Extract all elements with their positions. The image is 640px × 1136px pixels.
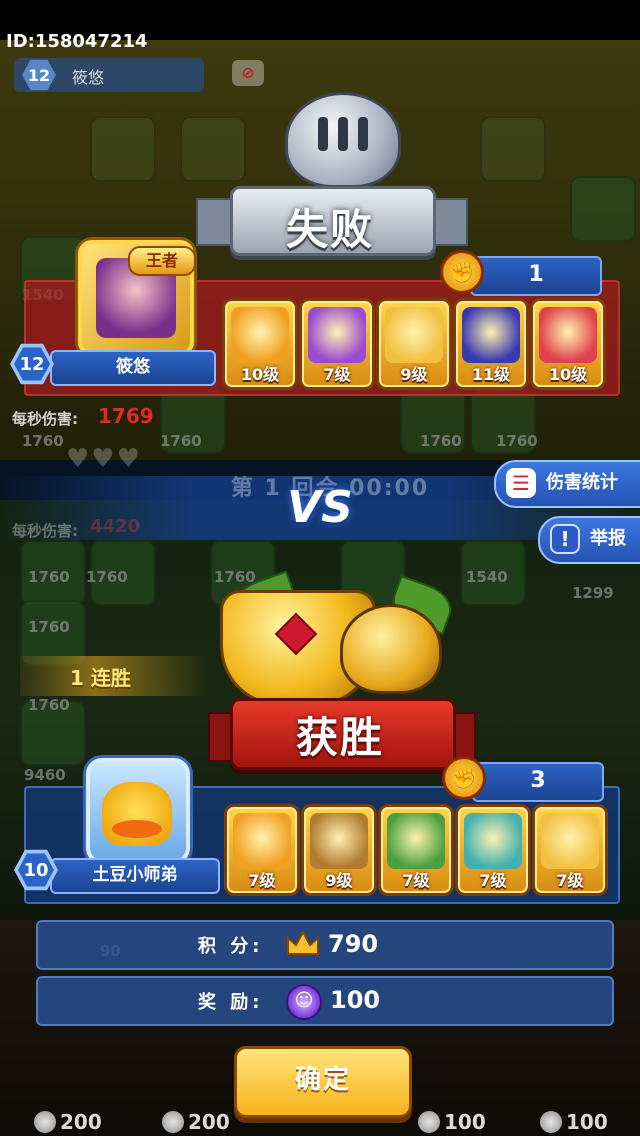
hero-portrait <box>310 813 368 869</box>
hero-cost: 200 <box>34 1110 102 1134</box>
report-button[interactable]: ! 举报 <box>538 516 640 564</box>
hero-portrait <box>233 813 291 869</box>
player-avatar <box>86 758 190 864</box>
player-id-label: ID:158047214 <box>6 31 148 52</box>
player-hero-card: 9级 <box>301 804 377 896</box>
hero-portrait <box>462 307 520 363</box>
hero-portrait <box>385 307 443 363</box>
opponent-hero-card: 10级 <box>530 298 606 390</box>
player-hero-card: 7级 <box>455 804 531 896</box>
confirm-button[interactable]: 确定 <box>234 1046 412 1118</box>
player-hero-card: 7级 <box>532 804 608 896</box>
defeat-banner: 失败 <box>190 168 470 258</box>
opponent-hero-card: 11级 <box>453 298 529 390</box>
dps-value-faded: 4420 <box>90 516 141 537</box>
hero-level: 9级 <box>400 365 428 384</box>
hero-level: 7级 <box>402 871 430 890</box>
player-hero-card: 7级 <box>224 804 300 896</box>
opponent-hero-card: 10级 <box>222 298 298 390</box>
mute-icon: ⊘ <box>232 60 264 86</box>
stats-list-icon: ☰ <box>506 468 536 498</box>
opponent-header-name: 筱悠 <box>72 68 105 87</box>
opponent-name-plate: 筱悠 <box>50 350 216 386</box>
report-label: 举报 <box>590 528 626 549</box>
hero-portrait <box>464 813 522 869</box>
player-level: 10 <box>18 853 54 887</box>
player-hero-card: 7级 <box>378 804 454 896</box>
points-label: 积 分: <box>198 936 264 957</box>
hero-level: 7级 <box>479 871 507 890</box>
hero-portrait <box>387 813 445 869</box>
hero-level: 10级 <box>240 365 280 384</box>
hero-portrait <box>308 307 366 363</box>
hero-level: 9级 <box>325 871 353 890</box>
fist-icon: ✊ <box>442 756 486 800</box>
vs-label: VS <box>287 482 353 533</box>
dps-value: 1769 <box>98 404 154 428</box>
dps-label: 每秒伤害: <box>12 410 78 428</box>
damage-stats-label: 伤害统计 <box>546 472 618 493</box>
victory-knight-helmet-icon <box>340 604 442 694</box>
hero-level: 7级 <box>556 871 584 890</box>
opponent-hero-card: 7级 <box>299 298 375 390</box>
hero-level: 10级 <box>548 365 588 384</box>
hero-cost: 100 <box>540 1110 608 1134</box>
hero-level: 7级 <box>248 871 276 890</box>
crown-icon <box>287 930 319 955</box>
hero-portrait <box>539 307 597 363</box>
reward-coin-icon: ☺ <box>286 984 322 1020</box>
hero-cost: 200 <box>162 1110 230 1134</box>
reward-row <box>36 976 614 1026</box>
defeat-title: 失败 <box>285 205 374 254</box>
player-name-plate: 土豆小师弟 <box>50 858 220 894</box>
points-row <box>36 920 614 970</box>
reward-value: 100 <box>330 986 381 1014</box>
opponent-header-level: 12 <box>27 65 51 85</box>
hero-cost: 100 <box>418 1110 486 1134</box>
opponent-level: 12 <box>14 347 50 381</box>
damage-stats-button[interactable]: ☰ 伤害统计 <box>494 460 640 508</box>
fist-icon: ✊ <box>440 250 484 294</box>
king-rank-badge: 王者 <box>128 246 196 276</box>
hero-portrait <box>231 307 289 363</box>
points-value: 790 <box>328 930 379 958</box>
reward-label: 奖 励: <box>198 992 264 1013</box>
victory-title: 获胜 <box>295 713 384 762</box>
hearts-icon: ♥♥♥ <box>66 444 142 474</box>
hero-portrait <box>541 813 599 869</box>
opponent-score: 1 <box>470 256 602 296</box>
win-streak-label: 1 连胜 <box>70 666 131 690</box>
dps-label-faded: 每秒伤害: <box>12 522 78 540</box>
player-score: 3 <box>472 762 604 802</box>
hero-level: 11级 <box>471 365 511 384</box>
opponent-hero-card: 9级 <box>376 298 452 390</box>
shield-alert-icon: ! <box>550 524 580 554</box>
hero-level: 7级 <box>323 365 351 384</box>
